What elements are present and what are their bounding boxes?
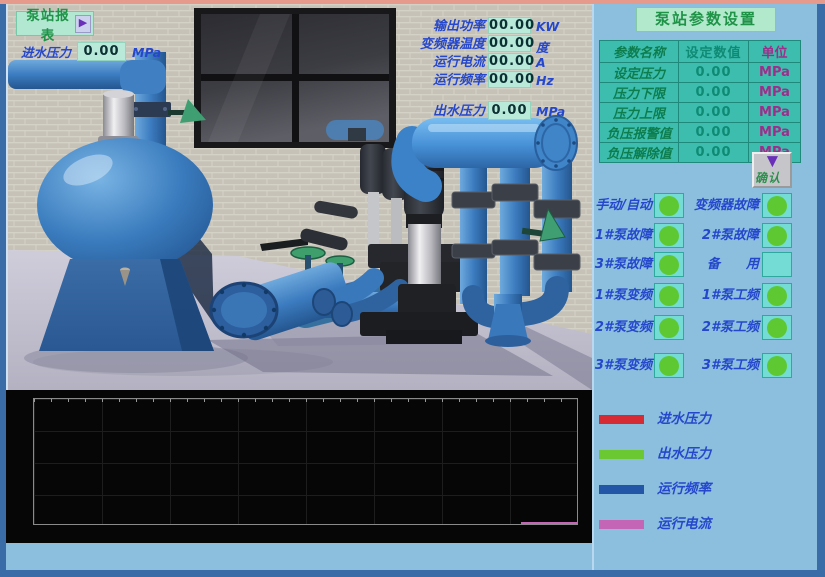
pump3-vfd-indicator bbox=[654, 353, 684, 378]
confirm-button-label: 确认 bbox=[755, 169, 781, 186]
spare-indicator bbox=[762, 252, 792, 277]
vfd-temperature-value: 00.00 bbox=[488, 35, 531, 52]
status-lamp bbox=[767, 196, 787, 216]
status-lamp bbox=[659, 226, 679, 246]
parameter-table: 参数名称 设定数值 单位 设定压力 0.00 MPa 压力下限 0.00 MPa… bbox=[599, 40, 801, 163]
top-border-strip bbox=[0, 0, 825, 4]
col-header-unit: 单位 bbox=[749, 41, 801, 63]
settings-title: 泵站参数设置 bbox=[636, 7, 776, 32]
running-current-unit: A bbox=[536, 55, 546, 70]
confirm-button[interactable]: ▼ 确认 bbox=[752, 152, 792, 188]
report-button-label: 泵站报表 bbox=[21, 4, 75, 44]
pump2-vfd-indicator bbox=[654, 315, 684, 340]
pump1-fault-indicator bbox=[654, 223, 684, 248]
col-header-value: 设定数值 bbox=[679, 41, 749, 63]
vfd-fault-label: 变频器故障 bbox=[684, 198, 759, 213]
legend-label-outlet-pressure: 出水压力 bbox=[657, 447, 711, 462]
pump3-fault-indicator bbox=[654, 252, 684, 277]
window bbox=[194, 8, 396, 148]
inlet-pressure-value: 0.00 bbox=[77, 42, 126, 61]
legend-label-running-frequency: 运行频率 bbox=[657, 482, 711, 497]
param-unit: MPa bbox=[749, 103, 801, 123]
pump3-vfd-label: 3#泵变频 bbox=[594, 358, 652, 373]
plot-ticks bbox=[34, 399, 577, 402]
param-name: 压力上限 bbox=[600, 103, 679, 123]
param-name: 负压报警值 bbox=[600, 123, 679, 143]
running-current-label: 运行电流 bbox=[385, 55, 485, 70]
play-icon[interactable]: ▶ bbox=[75, 15, 91, 33]
legend-label-running-current: 运行电流 bbox=[657, 517, 711, 532]
param-setpoint[interactable]: 0.00 bbox=[679, 63, 749, 83]
param-setpoint[interactable]: 0.00 bbox=[679, 123, 749, 143]
status-lamp bbox=[659, 286, 679, 306]
spare-label: 备 用 bbox=[684, 257, 759, 272]
pump2-mains-indicator bbox=[762, 315, 792, 340]
col-header-name: 参数名称 bbox=[600, 41, 679, 63]
output-power-label: 输出功率 bbox=[385, 19, 485, 34]
report-button[interactable]: 泵站报表 ▶ bbox=[16, 11, 94, 36]
pump1-vfd-indicator bbox=[654, 283, 684, 308]
param-name: 压力下限 bbox=[600, 83, 679, 103]
status-lamp bbox=[767, 286, 787, 306]
vfd-fault-indicator bbox=[762, 193, 792, 218]
inlet-pressure-unit: MPa bbox=[132, 45, 161, 60]
manual-auto-label: 手动/自动 bbox=[594, 198, 652, 213]
pump3-mains-indicator bbox=[762, 353, 792, 378]
param-unit: MPa bbox=[749, 123, 801, 143]
pump2-vfd-label: 2#泵变频 bbox=[594, 320, 652, 335]
param-setpoint[interactable]: 0.00 bbox=[679, 143, 749, 163]
legend-swatch-outlet-pressure bbox=[599, 450, 644, 459]
table-header-row: 参数名称 设定数值 单位 bbox=[600, 41, 801, 63]
status-lamp bbox=[659, 196, 679, 216]
status-lamp bbox=[767, 356, 787, 376]
running-current-trace bbox=[521, 522, 577, 524]
hmi-screen: 泵站报表 ▶ 进水压力 0.00 MPa 输出功率 00.00 KW 变频器温度… bbox=[0, 0, 825, 577]
chart-lower-margin bbox=[6, 543, 592, 570]
table-row: 压力上限 0.00 MPa bbox=[600, 103, 801, 123]
vfd-temperature-unit: 度 bbox=[536, 37, 549, 56]
pump1-vfd-label: 1#泵变频 bbox=[594, 288, 652, 303]
pump2-fault-label: 2#泵故障 bbox=[684, 228, 759, 243]
status-lamp bbox=[767, 226, 787, 246]
status-lamp bbox=[767, 318, 787, 338]
trend-chart bbox=[6, 390, 592, 543]
running-frequency-value: 00.00 bbox=[488, 71, 531, 88]
pump3-fault-label: 3#泵故障 bbox=[594, 257, 652, 272]
legend-swatch-inlet-pressure bbox=[599, 415, 644, 424]
pump-station-scene: 泵站报表 ▶ 进水压力 0.00 MPa 输出功率 00.00 KW 变频器温度… bbox=[6, 4, 592, 390]
inlet-pressure-label: 进水压力 bbox=[21, 45, 71, 60]
output-power-value: 00.00 bbox=[488, 17, 531, 34]
legend-label-inlet-pressure: 进水压力 bbox=[657, 412, 711, 427]
running-frequency-label: 运行频率 bbox=[385, 73, 485, 88]
pump1-fault-label: 1#泵故障 bbox=[594, 228, 652, 243]
param-setpoint[interactable]: 0.00 bbox=[679, 83, 749, 103]
pump1-mains-indicator bbox=[762, 283, 792, 308]
pump3-mains-label: 3#泵工频 bbox=[684, 358, 759, 373]
running-current-value: 00.00 bbox=[488, 53, 531, 70]
pump1-mains-label: 1#泵工频 bbox=[684, 288, 759, 303]
param-setpoint[interactable]: 0.00 bbox=[679, 103, 749, 123]
legend-swatch-running-current bbox=[599, 520, 644, 529]
status-lamp bbox=[659, 318, 679, 338]
pump2-fault-indicator bbox=[762, 223, 792, 248]
trend-plot-area bbox=[33, 398, 578, 525]
outlet-pressure-unit: MPa bbox=[536, 104, 565, 119]
output-power-unit: KW bbox=[536, 19, 559, 34]
status-lamp bbox=[659, 255, 679, 275]
table-row: 压力下限 0.00 MPa bbox=[600, 83, 801, 103]
vfd-temperature-label: 变频器温度 bbox=[385, 37, 485, 52]
param-name: 负压解除值 bbox=[600, 143, 679, 163]
table-row: 负压报警值 0.00 MPa bbox=[600, 123, 801, 143]
pump2-mains-label: 2#泵工频 bbox=[684, 320, 759, 335]
table-row: 设定压力 0.00 MPa bbox=[600, 63, 801, 83]
param-unit: MPa bbox=[749, 83, 801, 103]
param-unit: MPa bbox=[749, 63, 801, 83]
running-frequency-unit: Hz bbox=[536, 73, 554, 88]
outlet-pressure-value: 0.00 bbox=[488, 101, 531, 120]
manual-auto-indicator bbox=[654, 193, 684, 218]
status-lamp bbox=[659, 356, 679, 376]
outlet-pressure-label: 出水压力 bbox=[385, 104, 485, 119]
param-name: 设定压力 bbox=[600, 63, 679, 83]
legend-swatch-running-frequency bbox=[599, 485, 644, 494]
